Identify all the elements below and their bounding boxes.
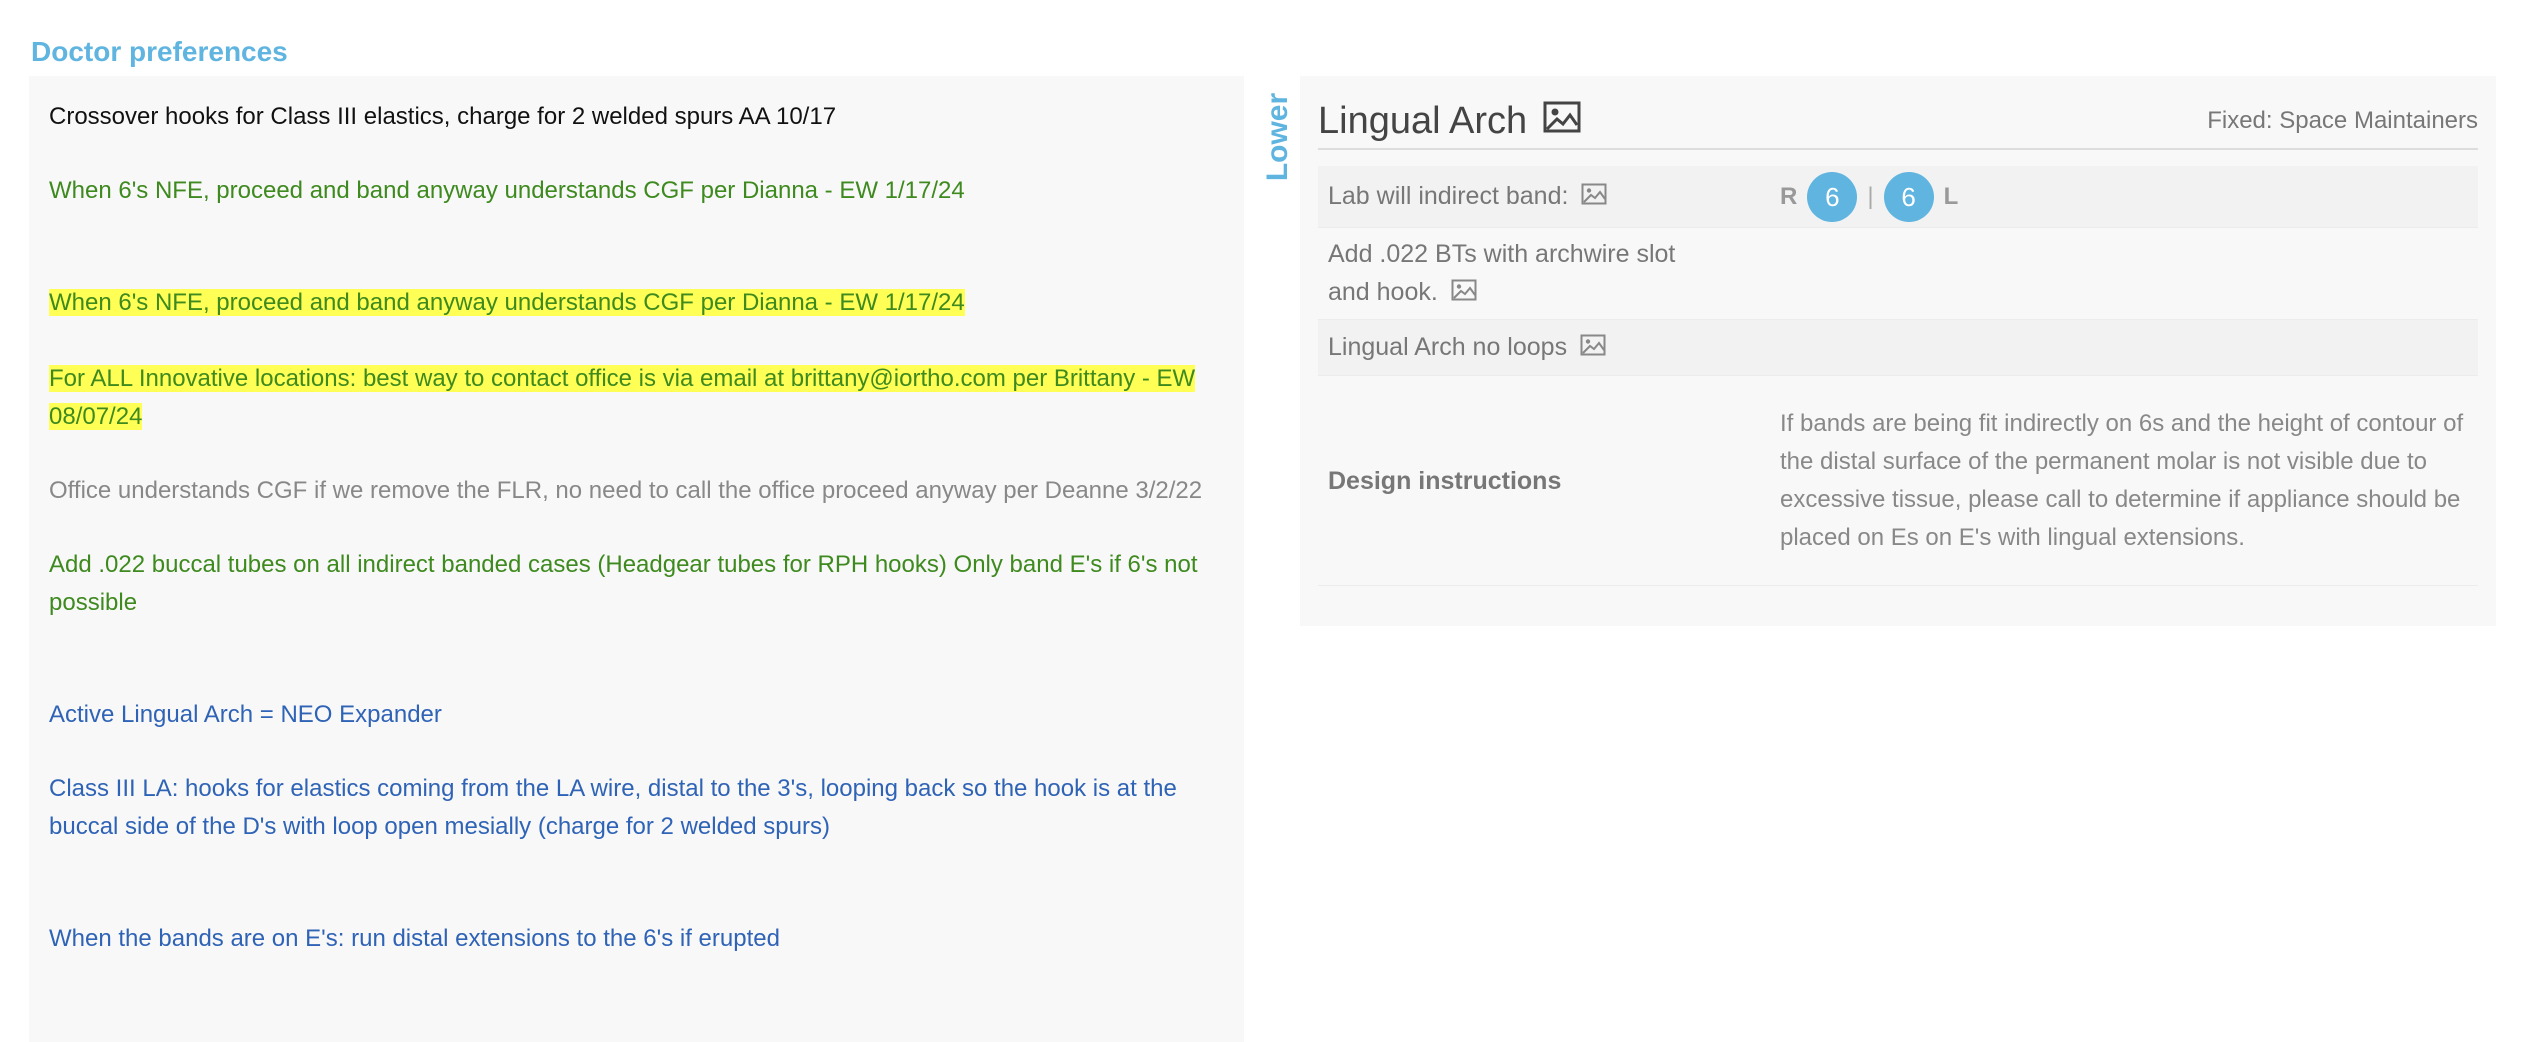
preference-item: Add .022 buccal tubes on all indirect ba… <box>49 551 1198 616</box>
option-row: Lingual Arch no loops <box>1318 320 2478 376</box>
image-icon[interactable] <box>1581 178 1607 216</box>
image-icon[interactable] <box>1451 274 1477 312</box>
preference-item: Class III LA: hooks for elastics coming … <box>49 775 1177 840</box>
preference-item: When 6's NFE, proceed and band anyway un… <box>49 289 965 316</box>
tooth-separator: | <box>1867 182 1874 210</box>
appliance-header: Lingual Arch Fixed: Space Maintainers <box>1318 94 2478 150</box>
image-icon[interactable] <box>1580 329 1606 367</box>
appliance-card: Lingual Arch Fixed: Space Maintainers La… <box>1300 76 2496 626</box>
preference-item: When the bands are on E's: run distal ex… <box>49 925 780 952</box>
image-icon[interactable] <box>1543 100 1581 143</box>
option-label: Add .022 BTs with archwire slot and hook… <box>1328 235 1708 312</box>
preference-item: Active Lingual Arch = NEO Expander <box>49 701 442 728</box>
option-row: Add .022 BTs with archwire slot and hook… <box>1318 228 2478 320</box>
tooth-badge-left[interactable]: 6 <box>1883 171 1934 222</box>
option-label: Lab will indirect band: <box>1328 177 1768 216</box>
doctor-preferences-panel: Crossover hooks for Class III elastics, … <box>29 76 1244 1042</box>
section-title: Doctor preferences <box>31 36 288 67</box>
left-label: L <box>1943 182 1959 210</box>
design-instructions-text: If bands are being fit indirectly on 6s … <box>1780 409 2464 551</box>
appliance-category: Fixed: Space Maintainers <box>2207 107 2478 134</box>
design-instructions-row: Design instructions If bands are being f… <box>1318 376 2478 586</box>
option-label: Lingual Arch no loops <box>1328 328 1768 367</box>
arch-label: Lower <box>1261 92 1295 182</box>
design-instructions-label: Design instructions <box>1328 466 1562 495</box>
tooth-badge-right[interactable]: 6 <box>1807 171 1858 222</box>
preference-item: Crossover hooks for Class III elastics, … <box>49 103 837 130</box>
preference-item: For ALL Innovative locations: best way t… <box>49 365 1196 430</box>
preference-item: When 6's NFE, proceed and band anyway un… <box>49 177 965 204</box>
tooth-selection: R 6 | 6 L <box>1768 171 2468 222</box>
appliance-title: Lingual Arch <box>1318 100 1581 143</box>
option-row: Lab will indirect band: R 6 | 6 L <box>1318 166 2478 228</box>
preference-item: Office understands CGF if we remove the … <box>49 477 1203 504</box>
right-label: R <box>1780 182 1798 210</box>
appliance-rows: Lab will indirect band: R 6 | 6 L Add .0… <box>1318 166 2478 586</box>
